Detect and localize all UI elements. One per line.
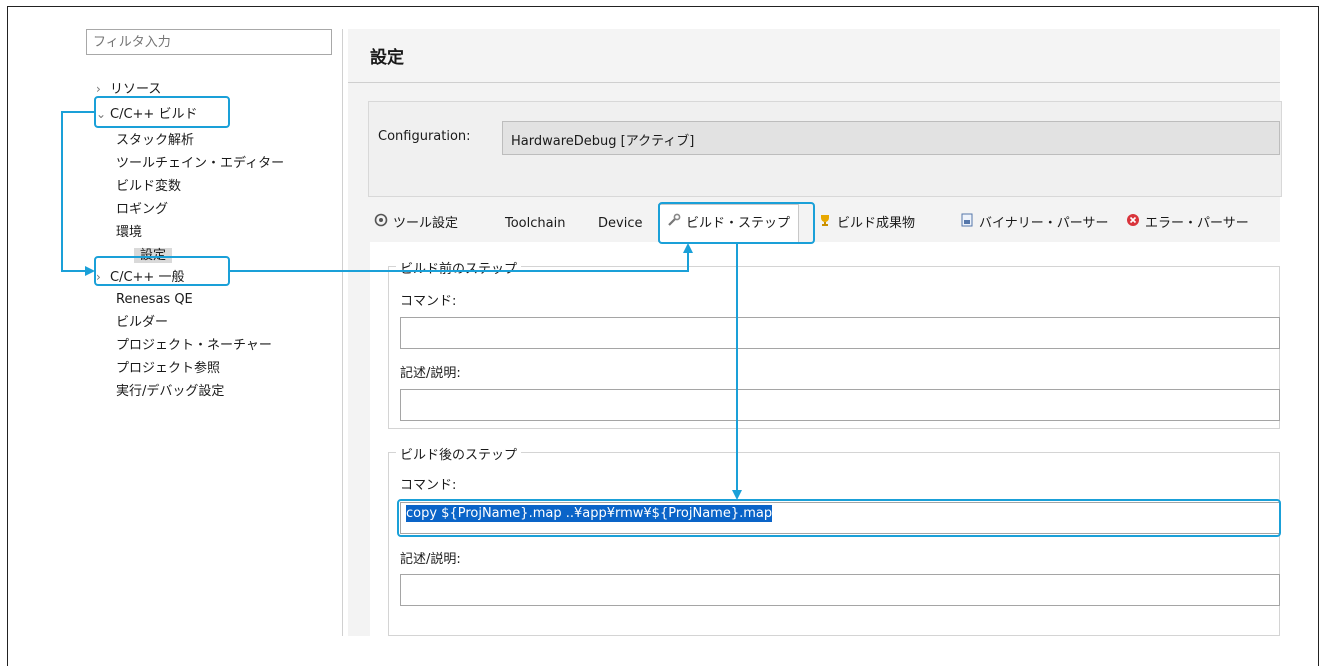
tab-bar: ツール設定 Toolchain Device ビルド・ステップ ビルド成果物 バ… <box>370 204 1280 243</box>
tree-label: プロジェクト・ネーチャー <box>116 338 272 353</box>
postbuild-description-field[interactable] <box>400 574 1280 606</box>
tab-label: バイナリー・パーサー <box>979 216 1109 231</box>
tab-label: Toolchain <box>505 216 566 231</box>
tab-toolchain[interactable]: Toolchain <box>505 206 565 242</box>
tree-label: ツールチェイン・エディター <box>116 156 285 171</box>
tree-item-logging[interactable]: ロギング <box>116 200 168 220</box>
chevron-right-icon[interactable]: › <box>96 267 110 287</box>
tab-build-steps[interactable]: ビルド・ステップ <box>658 204 800 243</box>
postbuild-command-selected-text: copy ${ProjName}.map ..¥app¥rmw¥${ProjNa… <box>406 505 773 522</box>
tab-label: ビルド成果物 <box>837 216 916 231</box>
tree-item-settings[interactable]: 設定 <box>134 246 173 266</box>
tree-item-run-debug[interactable]: 実行/デバッグ設定 <box>116 382 224 402</box>
tree-item-general[interactable]: › C/C++ 一般 <box>96 267 184 287</box>
prebuild-description-label: 記述/説明: <box>400 366 461 381</box>
tab-label: ビルド・ステップ <box>686 216 791 231</box>
tab-label: Device <box>598 216 643 231</box>
tree-item-resources[interactable]: › リソース <box>96 79 161 99</box>
tab-tool-settings[interactable]: ツール設定 <box>374 206 458 242</box>
prebuild-command-field[interactable] <box>400 317 1280 349</box>
configuration-label: Configuration: <box>378 129 471 144</box>
trophy-icon <box>818 206 832 242</box>
tab-device[interactable]: Device <box>598 206 642 242</box>
postbuild-description-label: 記述/説明: <box>400 552 461 567</box>
tree-item-builder[interactable]: ビルダー <box>116 313 168 333</box>
prebuild-group-title: ビルド前のステップ <box>396 258 522 277</box>
chevron-down-icon[interactable]: ⌄ <box>96 104 110 124</box>
tree-label: C/C++ ビルド <box>110 107 198 122</box>
postbuild-command-label: コマンド: <box>400 478 457 493</box>
tree-label: ロギング <box>116 202 169 217</box>
prebuild-command-label: コマンド: <box>400 294 457 309</box>
tree-label: Renesas QE <box>116 292 193 307</box>
tree-item-stack-analysis[interactable]: スタック解析 <box>116 131 194 151</box>
tree-item-project-references[interactable]: プロジェクト参照 <box>116 359 220 379</box>
postbuild-group-title: ビルド後のステップ <box>396 444 522 463</box>
binary-file-icon <box>960 206 974 242</box>
tree-label: ビルド変数 <box>116 179 182 194</box>
tree-item-environment[interactable]: 環境 <box>116 223 142 243</box>
configuration-select[interactable]: HardwareDebug [アクティブ] <box>502 121 1280 155</box>
tree-label: スタック解析 <box>116 133 195 148</box>
wrench-icon <box>667 205 681 243</box>
chevron-right-icon[interactable]: › <box>96 79 110 99</box>
tree-item-build[interactable]: ⌄ C/C++ ビルド <box>96 104 197 124</box>
tree-label: 環境 <box>116 225 143 240</box>
tree-label: リソース <box>110 82 162 97</box>
tree-label: ビルダー <box>116 315 169 330</box>
page-title: 設定 <box>370 48 404 68</box>
tab-label: ツール設定 <box>393 216 459 231</box>
tree-item-renesas-qe[interactable]: Renesas QE <box>116 290 193 310</box>
tree-label: C/C++ 一般 <box>110 270 185 285</box>
tab-binary-parser[interactable]: バイナリー・パーサー <box>960 206 1108 242</box>
gear-icon <box>374 206 388 242</box>
tab-error-parser[interactable]: エラー・パーサー <box>1126 206 1249 242</box>
postbuild-group <box>388 452 1280 636</box>
filter-input[interactable] <box>87 30 331 54</box>
prebuild-description-field[interactable] <box>400 389 1280 421</box>
filter-input-box[interactable] <box>86 29 332 55</box>
error-icon <box>1126 206 1140 242</box>
tab-build-artifact[interactable]: ビルド成果物 <box>818 206 915 242</box>
tree-item-build-variables[interactable]: ビルド変数 <box>116 177 181 197</box>
page-header: 設定 <box>348 29 1280 83</box>
tree-label: プロジェクト参照 <box>116 361 221 376</box>
postbuild-command-field[interactable]: copy ${ProjName}.map ..¥app¥rmw¥${ProjNa… <box>400 502 1280 534</box>
tree-item-project-natures[interactable]: プロジェクト・ネーチャー <box>116 336 272 356</box>
panel-divider[interactable] <box>342 29 343 636</box>
tree-label-selected: 設定 <box>134 248 173 263</box>
tree-label: 実行/デバッグ設定 <box>116 384 225 399</box>
tree-item-toolchain-editor[interactable]: ツールチェイン・エディター <box>116 154 284 174</box>
tab-label: エラー・パーサー <box>1145 216 1249 231</box>
